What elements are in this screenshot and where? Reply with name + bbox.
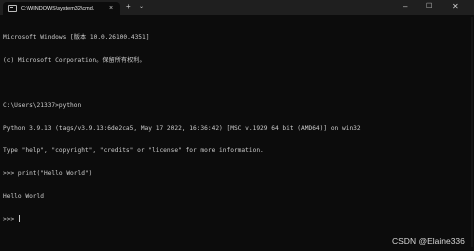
prompt: >>>	[3, 216, 18, 224]
scrollbar[interactable]	[471, 17, 473, 247]
terminal-line: C:\Users\21337>python	[3, 102, 82, 110]
terminal-line: Type "help", "copyright", "credits" or "…	[3, 147, 264, 155]
terminal-icon	[8, 5, 17, 12]
text-cursor	[18, 215, 20, 223]
terminal-line: Hello World	[3, 192, 44, 200]
terminal-tab[interactable]: C:\WINDOWS\system32\cmd. ×	[3, 2, 120, 15]
tab-close-icon[interactable]: ×	[109, 5, 113, 12]
title-bar: C:\WINDOWS\system32\cmd. × + ⌄ – ☐ ✕	[0, 0, 474, 15]
terminal-line: (c) Microsoft Corporation。保留所有权利。	[3, 56, 146, 64]
chevron-down-icon[interactable]: ⌄	[139, 2, 144, 12]
terminal-line: Python 3.9.13 (tags/v3.9.13:6de2ca5, May…	[3, 124, 361, 132]
terminal-output[interactable]: Microsoft Windows [版本 10.0.26100.4351] (…	[3, 19, 471, 230]
minimize-icon[interactable]: –	[403, 2, 407, 12]
terminal-prompt-line[interactable]: >>>	[3, 215, 471, 223]
close-icon[interactable]: ✕	[452, 2, 459, 12]
terminal-line: >>> print("Hello World")	[3, 169, 93, 177]
terminal-line: Microsoft Windows [版本 10.0.26100.4351]	[3, 34, 150, 42]
watermark: CSDN @Elaine336	[392, 236, 465, 246]
new-tab-plus-icon[interactable]: +	[126, 2, 131, 12]
maximize-icon[interactable]: ☐	[426, 2, 432, 12]
tab-title: C:\WINDOWS\system32\cmd.	[21, 5, 95, 12]
